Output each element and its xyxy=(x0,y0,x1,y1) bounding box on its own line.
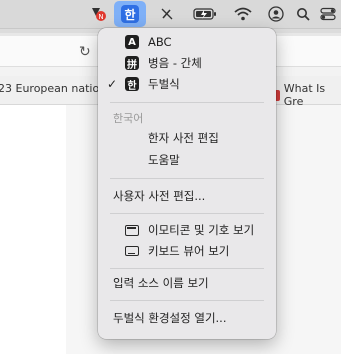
menu-item-abc[interactable]: A ABC xyxy=(98,31,276,53)
svg-text:N: N xyxy=(98,13,103,21)
wifi-icon[interactable] xyxy=(232,0,254,28)
search-icon[interactable] xyxy=(293,0,313,28)
battery-charging-icon[interactable] xyxy=(192,0,218,28)
app-badge-icon[interactable]: N xyxy=(86,0,110,28)
menu-separator xyxy=(110,300,264,301)
abc-input-icon: A xyxy=(125,35,139,49)
section-header-korean: 한국어 xyxy=(113,112,144,125)
menu-item-emoji-viewer[interactable]: 이모티콘 및 기호 보기 xyxy=(98,219,276,241)
input-source-menu-button[interactable]: 한 xyxy=(118,0,142,28)
input-source-menu: A ABC 拼 병음 - 간체 ✓ 한 두벌식 한국어 한자 사전 편집 도움말… xyxy=(98,28,276,339)
input-source-icon: 한 xyxy=(121,5,139,23)
character-viewer-icon xyxy=(125,223,139,237)
pinyin-input-icon: 拼 xyxy=(125,56,139,71)
menu-separator xyxy=(110,268,264,269)
checkmark-icon: ✓ xyxy=(107,77,118,91)
menu-separator xyxy=(110,102,264,103)
reload-icon[interactable]: ↻ xyxy=(79,44,91,60)
menu-bar: N 한 xyxy=(0,0,341,29)
menu-separator xyxy=(110,178,264,179)
menu-item-help[interactable]: 도움말 xyxy=(98,149,276,171)
menu-item-open-preferences[interactable]: 두벌식 환경설정 열기... xyxy=(98,307,276,329)
bookmark-item[interactable]: 23 European nations xyxy=(0,82,112,95)
menu-item-hanja-dict[interactable]: 한자 사전 편집 xyxy=(98,127,276,149)
keyboard-viewer-icon xyxy=(125,244,139,258)
control-center-icon[interactable] xyxy=(318,0,338,28)
user-icon[interactable] xyxy=(266,0,286,28)
menu-separator xyxy=(110,213,264,214)
menu-item-show-input-name[interactable]: 입력 소스 이름 보기 xyxy=(98,272,276,294)
menu-item-keyboard-viewer[interactable]: 키보드 뷰어 보기 xyxy=(98,240,276,262)
hangul-input-icon: 한 xyxy=(125,77,139,92)
menu-item-2set-korean[interactable]: ✓ 한 두벌식 xyxy=(98,73,276,95)
menu-item-user-dictionary[interactable]: 사용자 사전 편집... xyxy=(98,185,276,207)
page-content xyxy=(0,105,66,354)
stylus-off-icon[interactable] xyxy=(156,0,178,28)
menu-item-pinyin[interactable]: 拼 병음 - 간체 xyxy=(98,52,276,74)
